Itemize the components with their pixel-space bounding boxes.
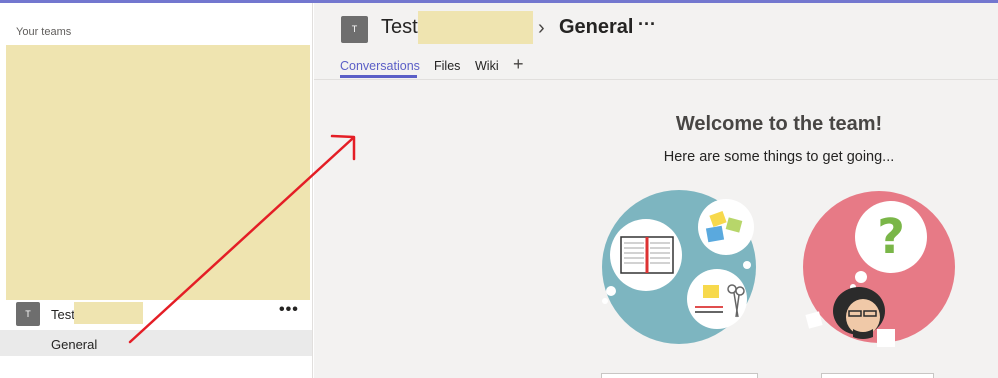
welcome-action-button[interactable] [601,373,758,378]
teams-sidebar: Your teams T Test ••• General [0,3,313,378]
channel-more-options-button[interactable]: ··· [638,14,656,35]
question-illustration: ? [803,191,955,347]
team-more-options-button[interactable]: ••• [279,301,299,319]
channel-item-general[interactable]: General [0,330,312,356]
channel-main: T Test › General ··· Conversations Files… [314,3,998,378]
header-team-name[interactable]: Test [381,16,418,39]
chevron-right-icon: › [538,17,545,39]
redacted-team-name [74,302,143,324]
header-channel-name: General [559,16,634,38]
channel-header: T Test › General ··· Conversations Files… [314,3,998,80]
welcome-subtitle: Here are some things to get going... [663,149,895,165]
tab-conversations[interactable]: Conversations [340,59,420,73]
header-team-avatar: T [341,16,368,43]
redacted-header-team-name [418,11,533,44]
welcome-title: Welcome to the team! [675,113,883,135]
svg-text:?: ? [877,209,905,265]
tab-files[interactable]: Files [434,59,460,73]
redacted-region [6,45,310,300]
team-item-test[interactable]: T Test ••• [0,299,312,329]
team-avatar: T [16,302,40,326]
your-teams-heading: Your teams [16,26,72,38]
welcome-help-button[interactable] [821,373,934,378]
active-tab-indicator [340,75,417,78]
notebook-illustration [602,190,756,344]
channel-name: General [51,337,98,352]
tab-wiki[interactable]: Wiki [475,59,499,73]
team-name: Test [51,307,75,322]
add-tab-button[interactable]: + [513,54,524,75]
